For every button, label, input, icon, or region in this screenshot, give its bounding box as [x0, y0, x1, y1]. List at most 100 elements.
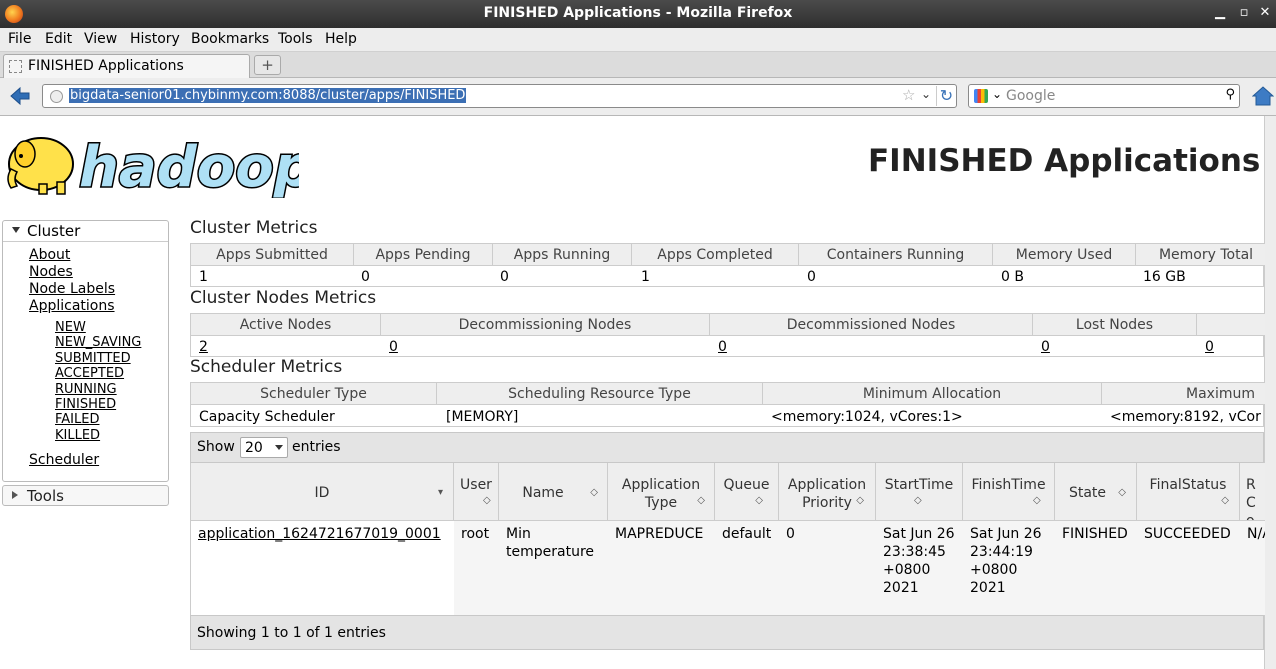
search-input[interactable]: Google — [1006, 88, 1055, 104]
sort-icon: ◇ — [590, 487, 598, 498]
google-engine-icon[interactable] — [974, 89, 988, 103]
sidebar-state-accepted[interactable]: ACCEPTED — [55, 366, 124, 381]
scheduler-metrics-title: Scheduler Metrics — [190, 357, 343, 377]
url-history-dropdown-icon[interactable]: ⌄ — [921, 87, 931, 101]
window-titlebar: FINISHED Applications - Mozilla Firefox … — [0, 0, 1276, 28]
page-favicon-icon — [9, 60, 22, 73]
sidebar-state-new-saving[interactable]: NEW_SAVING — [55, 335, 141, 350]
menu-view[interactable]: View — [84, 31, 117, 47]
column-header-user[interactable]: User ◇ — [454, 463, 499, 521]
sidebar-cluster-label: Cluster — [27, 222, 81, 240]
decommissioned-nodes-link[interactable]: 0 — [718, 339, 727, 355]
close-button[interactable]: ✕ — [1257, 5, 1273, 20]
datatable-info-bar: Showing 1 to 1 of 1 entries — [190, 615, 1264, 650]
page-title: FINISHED Applications — [868, 143, 1261, 179]
column-header-queue[interactable]: Queue ◇ — [715, 463, 779, 521]
scheduler-type-value: Capacity Scheduler — [199, 409, 335, 425]
vertical-scrollbar[interactable] — [1264, 116, 1276, 669]
sort-icon: ◇ — [856, 495, 864, 506]
menu-edit[interactable]: Edit — [45, 31, 72, 47]
sidebar-state-running[interactable]: RUNNING — [55, 382, 117, 397]
column-header-application-priority[interactable]: Application Priority ◇ — [779, 463, 876, 521]
url-bar[interactable]: bigdata-senior01.chybinmy.com:8088/clust… — [42, 84, 957, 108]
bookmark-star-icon[interactable]: ☆ — [902, 86, 915, 104]
column-header-state[interactable]: State ◇ — [1055, 463, 1137, 521]
sort-desc-icon: ▾ — [437, 487, 443, 498]
menu-help[interactable]: Help — [325, 31, 357, 47]
show-label: Show — [197, 439, 235, 455]
sidebar-state-killed[interactable]: KILLED — [55, 428, 100, 443]
menu-bar: File Edit View History Bookmarks Tools H… — [0, 28, 1276, 52]
sidebar-state-submitted[interactable]: SUBMITTED — [55, 351, 131, 366]
sort-icon: ◇ — [1221, 495, 1229, 506]
cell-running-containers: N/A — [1240, 521, 1265, 615]
minimum-allocation-value: <memory:1024, vCores:1> — [771, 409, 963, 425]
window-title: FINISHED Applications - Mozilla Firefox — [483, 5, 793, 21]
column-header: Apps Completed — [632, 244, 799, 266]
new-tab-button[interactable]: + — [254, 55, 281, 75]
search-bar[interactable]: ⌄ Google ⚲ — [968, 84, 1240, 108]
column-header: Memory Total — [1158, 247, 1254, 263]
metric-value: 1 — [641, 269, 650, 285]
column-header-finalstatus[interactable]: FinalStatus ◇ — [1137, 463, 1240, 521]
sidebar-state-finished[interactable]: FINISHED — [55, 397, 116, 412]
column-header: Un — [1197, 314, 1269, 336]
sidebar-item-applications[interactable]: Applications — [29, 298, 115, 314]
sidebar-item-about[interactable]: About — [29, 247, 70, 263]
menu-file[interactable]: File — [8, 31, 31, 47]
active-nodes-link[interactable]: 2 — [199, 339, 208, 355]
column-header: Memory Used — [993, 244, 1136, 266]
menu-history[interactable]: History — [130, 31, 180, 47]
tab-finished-applications[interactable]: FINISHED Applications — [3, 54, 250, 78]
search-engine-dropdown-icon[interactable]: ⌄ — [992, 87, 1002, 101]
lost-nodes-link[interactable]: 0 — [1041, 339, 1050, 355]
sidebar-item-scheduler[interactable]: Scheduler — [29, 452, 99, 468]
sidebar-state-failed[interactable]: FAILED — [55, 412, 99, 427]
menu-tools[interactable]: Tools — [278, 31, 313, 47]
cell-queue: default — [715, 521, 779, 615]
sort-icon: ◇ — [914, 495, 922, 506]
column-header: Active Nodes — [191, 314, 381, 336]
sidebar-tools-header[interactable]: Tools — [2, 485, 169, 506]
column-header: Scheduler Type — [191, 383, 437, 405]
sidebar-state-new[interactable]: NEW — [55, 320, 86, 335]
sidebar-cluster-header[interactable]: Cluster — [3, 221, 168, 242]
menu-bookmarks[interactable]: Bookmarks — [191, 31, 269, 47]
column-header-starttime[interactable]: StartTime ◇ — [876, 463, 963, 521]
maximize-button[interactable]: ▫ — [1236, 5, 1252, 20]
sidebar-tools-label: Tools — [27, 487, 64, 505]
column-header-finishtime[interactable]: FinishTime ◇ — [963, 463, 1055, 521]
application-id-link[interactable]: application_1624721677019_0001 — [191, 521, 454, 615]
column-header: Maximum — [1186, 386, 1255, 402]
page-size-select[interactable]: 20 — [240, 437, 288, 458]
sidebar-item-nodes[interactable]: Nodes — [29, 264, 73, 280]
column-header-id[interactable]: ID ▾ — [191, 463, 454, 521]
unhealthy-nodes-link[interactable]: 0 — [1205, 339, 1214, 355]
cell-priority: 0 — [779, 521, 876, 615]
column-header-name[interactable]: Name ◇ — [499, 463, 608, 521]
binoculars-icon[interactable]: ⚲ — [1225, 87, 1235, 102]
metric-value: 0 B — [1001, 269, 1024, 285]
column-header-application-type[interactable]: Application Type ◇ — [608, 463, 715, 521]
cell-state: FINISHED — [1055, 521, 1137, 615]
reload-icon[interactable]: ↻ — [936, 86, 956, 106]
table-info-text: Showing 1 to 1 of 1 entries — [197, 625, 386, 641]
sort-icon: ◇ — [483, 495, 491, 506]
node-metrics-title: Cluster Nodes Metrics — [190, 288, 377, 308]
home-icon[interactable] — [1252, 85, 1274, 107]
cell-name: Min temperature — [499, 521, 608, 615]
column-header: Scheduling Resource Type — [437, 383, 763, 405]
entries-label: entries — [292, 439, 341, 455]
page-size-value: 20 — [245, 440, 263, 456]
metric-value: 0 — [807, 269, 816, 285]
decommissioning-nodes-link[interactable]: 0 — [389, 339, 398, 355]
metric-value: 1 — [199, 269, 208, 285]
url-text[interactable]: bigdata-senior01.chybinmy.com:8088/clust… — [69, 88, 467, 103]
site-identity-icon[interactable] — [50, 90, 63, 103]
sort-icon: ◇ — [697, 495, 705, 506]
minimize-button[interactable]: ▁ — [1212, 5, 1228, 20]
sidebar-item-node-labels[interactable]: Node Labels — [29, 281, 115, 297]
back-arrow-icon[interactable] — [9, 85, 31, 107]
column-header-running-containers[interactable]: R Co — [1240, 463, 1265, 521]
expand-triangle-icon — [12, 227, 20, 233]
